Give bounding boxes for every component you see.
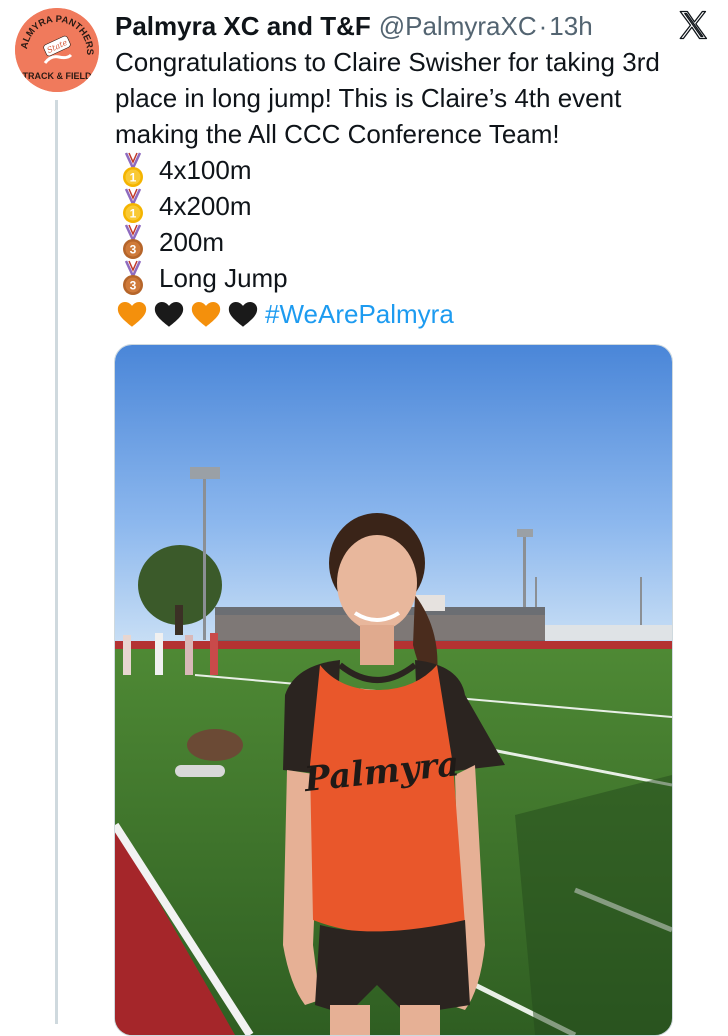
tweet-text-line-2: place in long jump! This is Claire’s 4th… [115, 83, 622, 113]
event-label: 4x200m [159, 191, 252, 221]
event-line: 3 200m [115, 224, 715, 260]
thread-connector-line [55, 100, 58, 1024]
tweet-body: Congratulations to Claire Swisher for ta… [115, 44, 715, 332]
emoji-hashtag-line: #WeArePalmyra [115, 296, 715, 332]
author-handle[interactable]: @PalmyraXC [379, 11, 537, 42]
palmyra-panthers-logo-icon: PALMYRA PANTHERS State TRACK & FIELD [15, 8, 99, 92]
orange-heart-icon [115, 297, 149, 331]
event-line: 1 4x200m [115, 188, 715, 224]
tweet-text-line-3: making the All CCC Conference Team! [115, 119, 560, 149]
event-label: Long Jump [159, 263, 288, 293]
x-logo-icon[interactable] [676, 8, 710, 42]
svg-text:3: 3 [130, 279, 137, 293]
separator-dot: · [538, 10, 548, 41]
tweet-photo[interactable]: Palmyra [114, 344, 673, 1036]
event-line: 1 4x100m [115, 152, 715, 188]
avatar-text-bottom: TRACK & FIELD [23, 71, 92, 81]
black-heart-icon [152, 297, 186, 331]
event-label: 4x100m [159, 155, 252, 185]
author-display-name[interactable]: Palmyra XC and T&F [115, 11, 371, 42]
tweet-header: Palmyra XC and T&F @PalmyraXC · 13h [115, 8, 593, 44]
svg-text:1: 1 [130, 207, 137, 221]
black-heart-icon [226, 297, 260, 331]
tweet-text-line-1: Congratulations to Claire Swisher for ta… [115, 47, 660, 77]
profile-avatar[interactable]: PALMYRA PANTHERS State TRACK & FIELD [15, 8, 99, 92]
gold-medal-icon: 1 [119, 188, 147, 224]
bronze-medal-icon: 3 [119, 224, 147, 260]
tweet-timestamp[interactable]: 13h [549, 11, 592, 42]
svg-text:3: 3 [130, 243, 137, 257]
svg-text:1: 1 [130, 171, 137, 185]
event-label: 200m [159, 227, 225, 257]
orange-heart-icon [189, 297, 223, 331]
gold-medal-icon: 1 [119, 152, 147, 188]
hashtag-link[interactable]: #WeArePalmyra [265, 296, 454, 332]
bronze-medal-icon: 3 [119, 260, 147, 296]
event-line: 3 Long Jump [115, 260, 715, 296]
